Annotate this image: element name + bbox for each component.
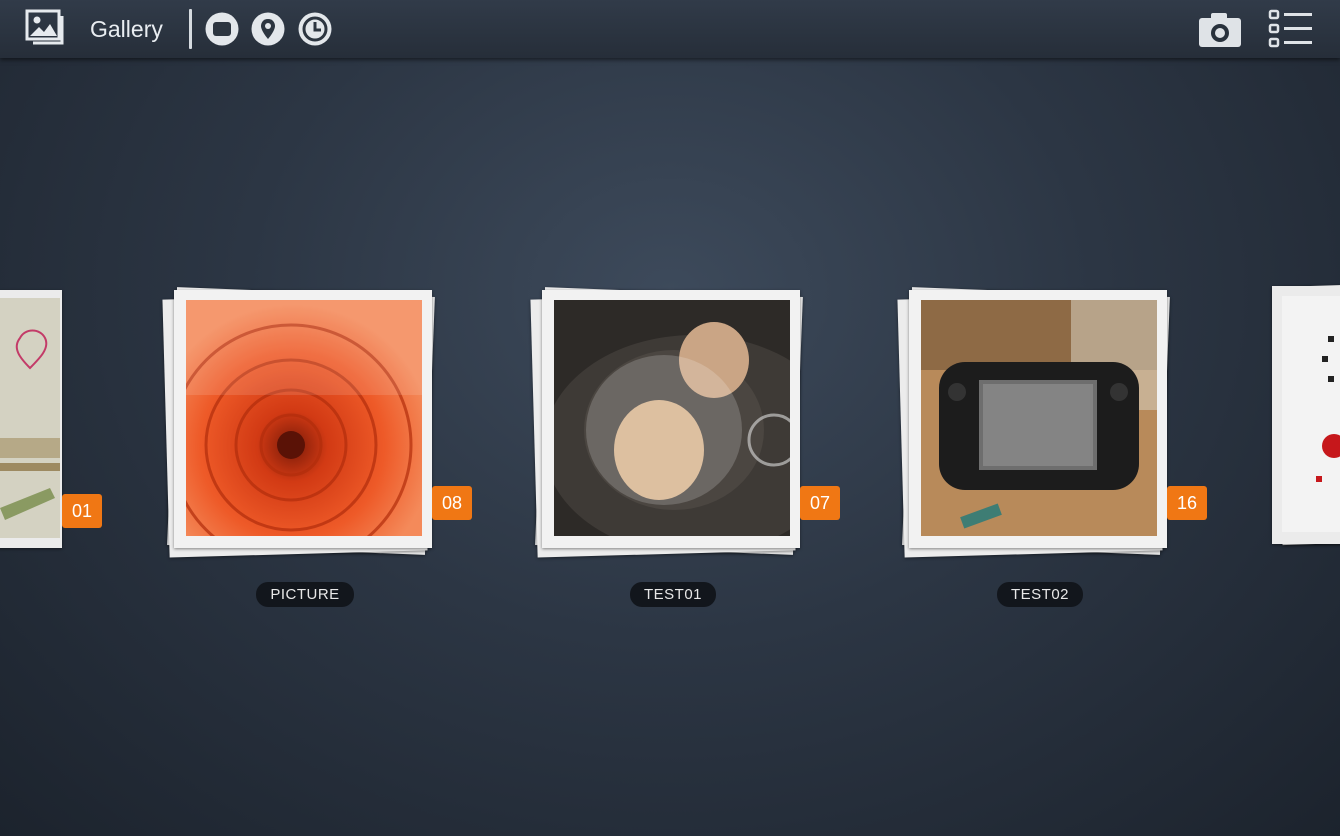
album-test01[interactable]: 07 TEST01 — [528, 282, 840, 622]
album-thumbnail — [554, 300, 790, 536]
page-title: Gallery — [90, 16, 163, 42]
gallery-icon[interactable] — [24, 8, 66, 46]
album-picture[interactable]: 08 PICTURE — [160, 282, 472, 622]
album-stack-card — [0, 290, 62, 548]
album-count-badge: 07 — [800, 486, 840, 520]
action-bar: Gallery — [0, 0, 1340, 58]
album-cover — [909, 290, 1167, 548]
time-view-icon[interactable] — [297, 11, 333, 47]
albums-view-icon[interactable] — [204, 11, 240, 47]
album-thumbnail — [186, 300, 422, 536]
album-thumbnail — [921, 300, 1157, 536]
list-menu-icon[interactable] — [1268, 9, 1314, 54]
album-count-badge: 16 — [1167, 486, 1207, 520]
album-name-label: TEST02 — [895, 582, 1185, 607]
camera-icon[interactable] — [1198, 12, 1242, 53]
album-cover — [542, 290, 800, 548]
album-cover — [1272, 286, 1340, 544]
album-name-label: TEST01 — [528, 582, 818, 607]
album-partial-right[interactable] — [1272, 284, 1340, 546]
album-name-label: PICTURE — [160, 582, 450, 607]
album-test02[interactable]: 16 TEST02 — [895, 282, 1207, 622]
title-divider — [189, 9, 192, 49]
album-count-badge: 08 — [432, 486, 472, 520]
album-cover — [174, 290, 432, 548]
album-partial-left[interactable]: 01 — [0, 290, 102, 548]
location-view-icon[interactable] — [250, 11, 286, 47]
album-count-badge: 01 — [62, 494, 102, 528]
